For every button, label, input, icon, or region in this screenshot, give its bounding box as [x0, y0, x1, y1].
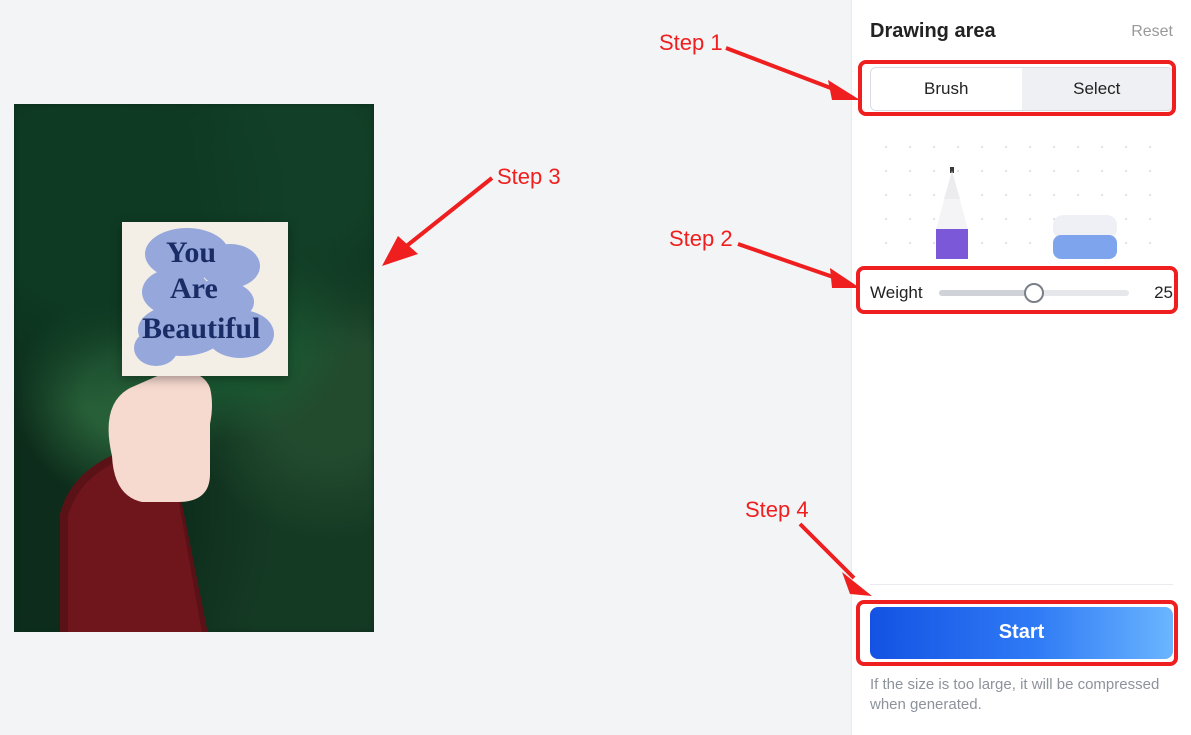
annotation-step2-label: Step 2: [669, 226, 733, 252]
panel-title: Drawing area: [870, 20, 996, 43]
weight-label: Weight: [870, 283, 923, 303]
pencil-icon: [930, 167, 974, 259]
annotation-step4-label: Step 4: [745, 497, 809, 523]
brush-mode-button[interactable]: Brush: [871, 68, 1022, 110]
eraser-icon: [1053, 215, 1117, 259]
annotation-step1-label: Step 1: [659, 30, 723, 56]
weight-value: 25: [1145, 283, 1173, 303]
size-hint-text: If the size is too large, it will be com…: [870, 675, 1173, 716]
image-canvas[interactable]: You Are Beautiful: [14, 104, 374, 632]
sticky-note: [122, 222, 288, 376]
tool-preview-area: [870, 131, 1173, 259]
annotation-step1-arrow: [720, 40, 860, 110]
weight-row: Weight 25: [870, 275, 1173, 311]
annotation-step3-arrow: [378, 170, 498, 270]
weight-slider[interactable]: [939, 283, 1129, 303]
annotation-step2-arrow: [732, 234, 860, 294]
drawing-panel: Drawing area Reset Brush Select Weight 2…: [851, 0, 1191, 735]
hand-illustration: [60, 344, 230, 632]
reset-button[interactable]: Reset: [1131, 23, 1173, 41]
annotation-step3-label: Step 3: [497, 164, 561, 190]
divider: [870, 584, 1173, 585]
select-mode-button[interactable]: Select: [1022, 68, 1173, 110]
start-button[interactable]: Start: [870, 607, 1173, 659]
slider-thumb[interactable]: [1024, 283, 1044, 303]
mode-toggle: Brush Select: [870, 67, 1173, 111]
